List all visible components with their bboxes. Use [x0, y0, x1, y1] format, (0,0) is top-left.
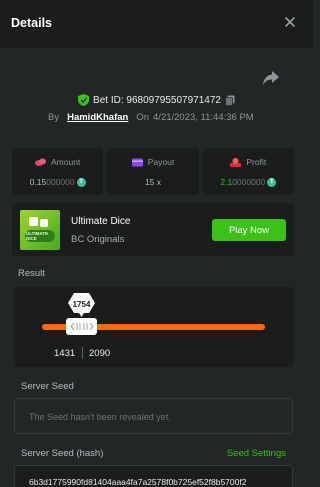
by-label: By — [48, 111, 60, 123]
server-seed-label: Server Seed — [21, 381, 74, 392]
server-seed-hash-label: Server Seed (hash) — [21, 448, 104, 459]
profit-label: Profit — [246, 157, 267, 167]
drag-grip-icon — [69, 322, 94, 331]
result-panel: 1754 1431 2090 — [14, 287, 293, 367]
result-value: 1754 — [72, 300, 91, 309]
play-now-button[interactable]: Play Now — [212, 219, 286, 241]
modal-title: Details — [11, 16, 52, 30]
tron-icon: T — [76, 177, 86, 187]
coins-icon — [35, 158, 47, 166]
share-icon[interactable] — [262, 70, 280, 86]
bet-id: Bet ID: 96809795507971472 — [93, 94, 221, 106]
payout-label: Payout — [147, 157, 175, 167]
profit-stat: Profit 2.1 0000000 T — [202, 148, 294, 195]
tron-icon: T — [267, 177, 277, 187]
server-seed-field: The Seed hasn't been revealed yet. — [14, 398, 293, 434]
copy-icon[interactable] — [225, 95, 235, 106]
game-provider: BC Originals — [71, 234, 125, 245]
profit-value: 2.1 — [220, 177, 233, 187]
seed-settings-link[interactable]: Seed Settings — [227, 448, 286, 459]
modal-header: Details — [0, 0, 313, 48]
amount-label: Amount — [51, 157, 81, 167]
range-divider — [82, 347, 83, 359]
payout-value: 15 x — [144, 177, 162, 187]
bet-stats: Amount 0.15 000000 T Payout 15 x Profit 2… — [12, 148, 294, 195]
server-seed-placeholder: The Seed hasn't been revealed yet. — [29, 412, 171, 422]
range-low: 1431 — [54, 348, 76, 359]
range-high: 2090 — [89, 348, 111, 359]
close-icon[interactable] — [283, 15, 297, 29]
on-label: On — [136, 111, 150, 123]
server-seed-hash-value: 6b3d1775990fd81404aaa4fa7a2578f0b725ef52… — [29, 477, 247, 487]
username-link[interactable]: HamidKhafan — [67, 112, 128, 123]
profit-value-trailing: 0000000 — [232, 177, 266, 187]
game-name: Ultimate Dice — [71, 216, 131, 227]
amount-stat: Amount 0.15 000000 T — [12, 148, 104, 195]
server-seed-hash-field[interactable]: 6b3d1775990fd81404aaa4fa7a2578f0b725ef52… — [14, 465, 293, 487]
game-card: ULTIMATE DICE Ultimate Dice BC Originals… — [12, 203, 294, 256]
profit-icon — [230, 157, 242, 167]
amount-value-trailing: 000000 — [46, 177, 75, 187]
bet-author-row: By HamidKhafan On 4/21/2023, 11:44:36 PM — [48, 110, 254, 124]
bet-id-row: Bet ID: 96809795507971472 — [0, 92, 313, 108]
slider-handle[interactable] — [66, 318, 97, 335]
shield-check-icon — [78, 94, 90, 106]
game-thumbnail[interactable]: ULTIMATE DICE — [20, 210, 60, 250]
payout-stat: Payout 15 x — [107, 148, 199, 195]
bet-datetime: 4/21/2023, 11:44:36 PM — [153, 111, 254, 123]
result-label: Result — [18, 268, 45, 279]
amount-value: 0.15 — [29, 177, 47, 187]
thumbnail-text: ULTIMATE DICE — [26, 231, 49, 241]
card-icon — [131, 158, 143, 166]
